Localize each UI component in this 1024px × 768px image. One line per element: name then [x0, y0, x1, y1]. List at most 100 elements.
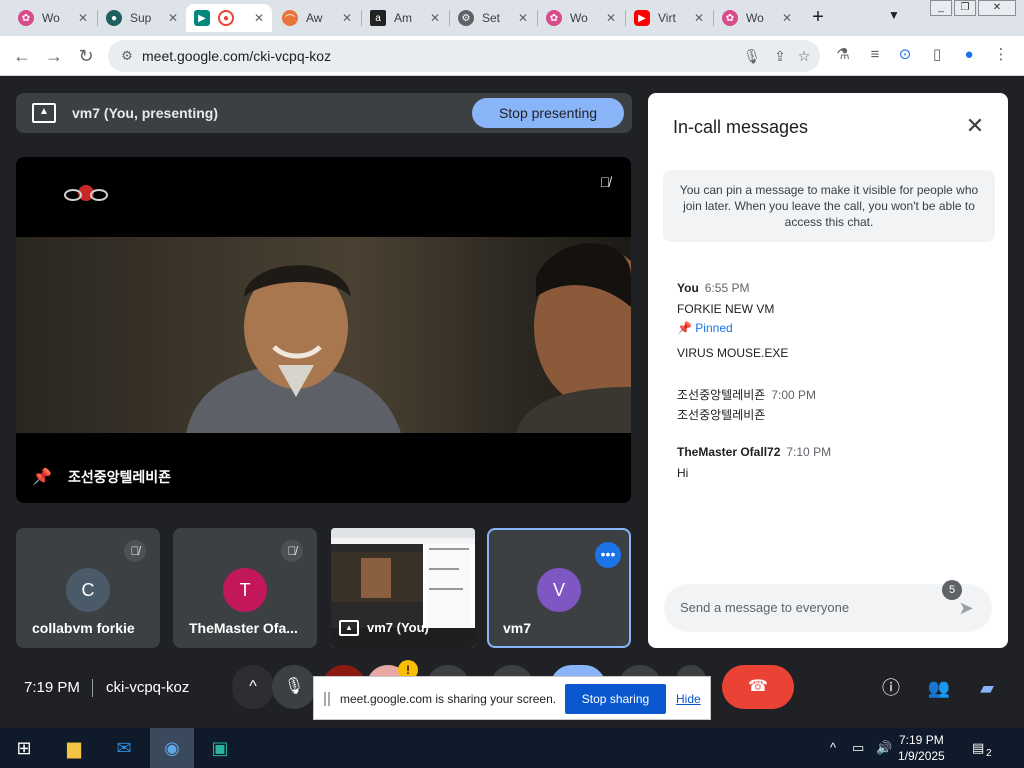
forward-icon[interactable]: →	[42, 44, 66, 68]
meeting-clock: 7:19 PM	[24, 679, 80, 696]
close-icon[interactable]: ✕	[962, 113, 988, 139]
presenting-label: vm7 (You, presenting)	[72, 105, 218, 121]
microphone-icon[interactable]: 🎙	[742, 46, 762, 66]
browser-tab-9[interactable]: ✿ Wo ✕	[714, 4, 800, 32]
volume-icon[interactable]: 🔊	[876, 740, 892, 756]
chat-panel: In-call messages ✕ You can pin a message…	[648, 93, 1008, 648]
chevron-down-icon[interactable]: ▼	[888, 8, 900, 22]
recording-icon: ●	[218, 10, 234, 26]
browser-tab-6[interactable]: ⚙ Set ✕	[450, 4, 536, 32]
message-time: 6:55 PM	[704, 281, 750, 295]
tab-title: Wo	[746, 11, 764, 25]
tab-title: Aw	[306, 11, 323, 25]
tab-strip: ✿ Wo ✕ ● Sup ✕ ▶ ● ✕ ⌒ Aw ✕ a Am ✕ ⚙ Set…	[0, 0, 1024, 36]
chevron-up-icon[interactable]: ^	[232, 665, 274, 709]
flower-icon: ✿	[18, 10, 34, 26]
chrome-icon[interactable]: ◉	[150, 728, 194, 768]
chat-message-text: FORKIE NEW VM	[677, 302, 775, 316]
close-icon[interactable]: ✕	[430, 11, 440, 25]
browser-tab-2[interactable]: ● Sup ✕	[98, 4, 186, 32]
participant-count-badge: 5	[942, 580, 962, 600]
share-icon[interactable]: ⇪	[770, 46, 790, 66]
mail-icon[interactable]: ✉	[102, 728, 146, 768]
close-icon[interactable]: ✕	[606, 11, 616, 25]
chat-message-text: Hi	[677, 466, 689, 480]
close-icon[interactable]: ✕	[78, 11, 88, 25]
window-controls: _ ❐ ✕	[928, 0, 1016, 16]
stop-presenting-button[interactable]: Stop presenting	[472, 98, 624, 128]
media-queue-icon[interactable]: ≡	[864, 44, 886, 66]
lab-flask-icon[interactable]: ⚗	[832, 44, 854, 66]
omnibox[interactable]: ⚙ meet.google.com/cki-vcpq-koz 🎙 ⇪ ☆	[108, 40, 820, 72]
chat-info-text: You can pin a message to make it visible…	[663, 170, 995, 242]
more-options-icon[interactable]: •••	[595, 542, 621, 568]
chat-input-placeholder[interactable]: Send a message to everyone	[680, 600, 849, 615]
leave-call-button[interactable]: ☎	[722, 665, 794, 709]
hide-link[interactable]: Hide	[676, 692, 701, 706]
message-sender: TheMaster Ofall72	[677, 445, 781, 459]
file-explorer-icon[interactable]: ▆	[52, 728, 96, 768]
bookmark-star-icon[interactable]: ☆	[794, 46, 814, 66]
pinned-label[interactable]: 📌 Pinned	[677, 321, 733, 335]
close-icon[interactable]: ✕	[518, 11, 528, 25]
message-sender: You	[677, 281, 699, 295]
app-icon[interactable]: ▣	[198, 728, 242, 768]
taskbar-time: 7:19 PM	[899, 733, 944, 747]
notification-icon[interactable]: ▤	[972, 740, 984, 756]
close-icon[interactable]: ✕	[694, 11, 704, 25]
network-icon[interactable]: ▭	[852, 740, 864, 756]
profile-icon[interactable]: ●	[958, 44, 980, 66]
message-time: 7:10 PM	[786, 445, 832, 459]
restore-button[interactable]: ❐	[954, 0, 976, 16]
send-icon[interactable]: ➤	[954, 596, 978, 620]
drag-handle-icon[interactable]	[324, 692, 330, 706]
taskbar-date: 1/9/2025	[898, 749, 945, 763]
person-image	[186, 265, 401, 433]
chat-message-header: 조선중앙텔레비죤 7:00 PM	[677, 386, 816, 403]
close-icon[interactable]: ✕	[168, 11, 178, 25]
download-icon[interactable]: ⊙	[894, 44, 916, 66]
side-panel-icon[interactable]: ▯	[926, 44, 948, 66]
minimize-button[interactable]: _	[930, 0, 952, 16]
chat-message-header: You 6:55 PM	[677, 281, 749, 295]
browser-tab-8[interactable]: ▶ Virt ✕	[626, 4, 712, 32]
participant-tile-themaster[interactable]: 🎙̸ T TheMaster Ofa...	[173, 528, 317, 648]
person-image	[516, 243, 631, 433]
taskbar-clock[interactable]: 7:19 PM 1/9/2025	[898, 732, 945, 764]
browser-tab-4[interactable]: ⌒ Aw ✕	[274, 4, 360, 32]
browser-tab-3-meet[interactable]: ▶ ● ✕	[186, 4, 272, 32]
new-tab-button[interactable]: +	[806, 6, 830, 30]
window-close-button[interactable]: ✕	[978, 0, 1016, 16]
muted-mic-icon: 🎙̸	[281, 540, 303, 562]
browser-tab-5[interactable]: a Am ✕	[362, 4, 448, 32]
main-video-tile[interactable]: 🎙̸ 📌 조선중앙텔레비죤	[16, 157, 631, 503]
participant-tile-collabvm[interactable]: 🎙̸ C collabvm forkie	[16, 528, 160, 648]
back-icon[interactable]: ←	[10, 44, 34, 68]
chat-icon[interactable]: ▰	[974, 675, 1000, 701]
chevron-up-icon[interactable]: ^	[830, 740, 836, 755]
microphone-button[interactable]: 🎙	[272, 665, 316, 709]
pin-icon[interactable]: 📌	[32, 467, 52, 487]
muted-mic-icon: 🎙̸	[124, 540, 146, 562]
participant-name: 조선중앙텔레비죤	[68, 469, 172, 485]
browser-tab-7[interactable]: ✿ Wo ✕	[538, 4, 624, 32]
close-icon[interactable]: ✕	[254, 11, 264, 25]
message-sender: 조선중앙텔레비죤	[677, 388, 766, 402]
reload-icon[interactable]: ↻	[74, 44, 98, 68]
participant-tile-vm7[interactable]: ••• V vm7	[487, 528, 631, 648]
close-icon[interactable]: ✕	[782, 11, 792, 25]
browser-tab-1[interactable]: ✿ Wo ✕	[10, 4, 96, 32]
video-participant-label: 📌 조선중앙텔레비죤	[32, 467, 171, 487]
chat-message-text: 조선중앙텔레비죤	[677, 408, 766, 422]
kebab-menu-icon[interactable]: ⋮	[990, 44, 1012, 66]
taskbar: ⊞ ▆ ✉ ◉ ▣ ^ ▭ 🔊 7:19 PM 1/9/2025 ▤ 2	[0, 728, 1024, 768]
tab-title: Am	[394, 11, 412, 25]
windows-start-icon[interactable]: ⊞	[2, 728, 46, 768]
site-info-icon[interactable]: ⚙	[118, 47, 136, 65]
info-icon[interactable]: ⓘ	[878, 675, 904, 701]
screen-share-tile[interactable]: ▲ vm7 (You)	[331, 528, 475, 648]
close-icon[interactable]: ✕	[342, 11, 352, 25]
stop-sharing-button[interactable]: Stop sharing	[565, 684, 666, 714]
people-icon[interactable]: 👥	[926, 675, 952, 701]
url-text[interactable]: meet.google.com/cki-vcpq-koz	[142, 48, 331, 64]
